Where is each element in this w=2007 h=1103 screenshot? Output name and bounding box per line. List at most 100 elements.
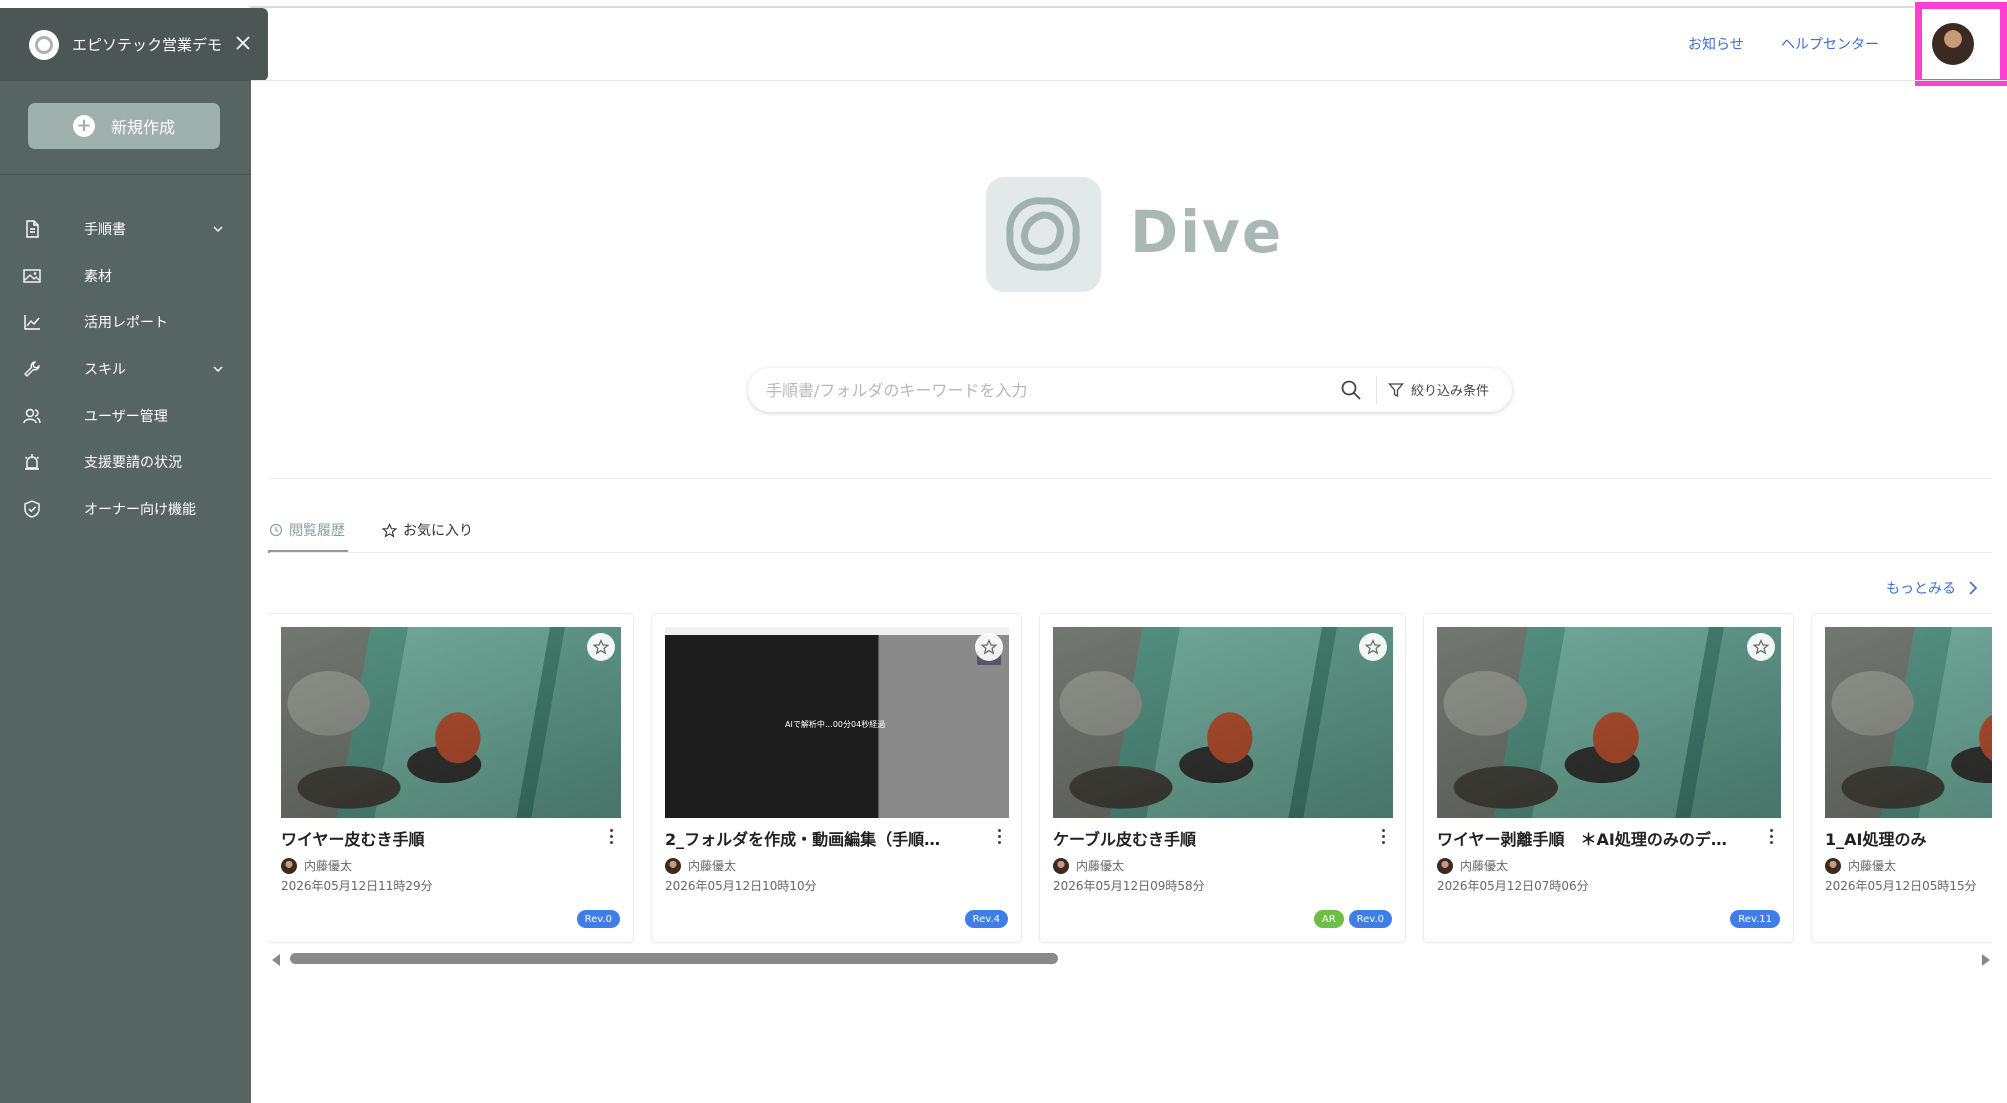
brand-name: Dive [1130, 198, 1284, 266]
cards-horizontal-scrollbar[interactable] [270, 950, 1992, 968]
card-thumbnail [281, 627, 621, 818]
wrench-icon [24, 361, 40, 377]
history-icon [269, 523, 283, 537]
sidebar-item-label: 素材 [84, 268, 112, 285]
author-name: 内藤優太 [688, 859, 737, 873]
manual-card[interactable]: 1_AI処理のみ 内藤優太 2026年05月12日05時15分 [1812, 614, 1992, 942]
users-icon [23, 408, 41, 423]
analysis-overlay-text: AIで解析中…00分04秒経過 [785, 720, 886, 729]
author-avatar [1437, 857, 1453, 874]
recent-cards-row: ワイヤー皮むき手順 内藤優太 2026年05月12日11時29分 Rev.0 A… [268, 612, 1992, 946]
card-menu-button[interactable] [602, 824, 620, 848]
filter-button[interactable]: 絞り込み条件 [1388, 380, 1489, 399]
scroll-right-arrow-icon[interactable] [1982, 954, 1990, 966]
app-root: エピソテック営業デモ + 新規作成 手順書 素材 活用レポート スキル ユーザー… [0, 0, 2007, 1103]
card-badges: AR Rev.0 [1313, 910, 1392, 928]
tab-label: 閲覧履歴 [289, 523, 345, 539]
sidebar-item-support-requests[interactable]: 支援要請の状況 [0, 439, 251, 486]
card-title: 2_フォルダを作成・動画編集（手順… [665, 830, 941, 849]
card-menu-button[interactable] [1374, 824, 1392, 848]
author-name: 内藤優太 [304, 859, 353, 873]
ar-badge: AR [1313, 910, 1344, 928]
author-avatar [281, 857, 297, 874]
card-title: ケーブル皮むき手順 [1053, 830, 1197, 849]
user-avatar[interactable] [1932, 23, 1974, 65]
card-badges: Rev.4 [964, 910, 1008, 928]
chevron-down-icon [213, 226, 223, 233]
org-name: エピソテック営業デモ [72, 36, 223, 54]
help-center-link[interactable]: ヘルプセンター [1781, 34, 1879, 54]
card-badges: Rev.0 [576, 910, 620, 928]
author-avatar [1825, 857, 1841, 874]
author-name: 内藤優太 [1848, 859, 1897, 873]
favorite-toggle[interactable] [587, 633, 615, 661]
author-name: 内藤優太 [1460, 859, 1509, 873]
sidebar-item-owner-features[interactable]: オーナー向け機能 [0, 486, 251, 533]
search-bar: 絞り込み条件 [748, 368, 1512, 412]
chevron-down-icon [213, 366, 223, 373]
sidebar-item-skills[interactable]: スキル [0, 346, 251, 393]
shield-icon [24, 500, 40, 518]
alarm-icon [25, 454, 39, 470]
sidebar-item-reports[interactable]: 活用レポート [0, 299, 251, 346]
manual-card[interactable]: ワイヤー皮むき手順 内藤優太 2026年05月12日11時29分 Rev.0 [268, 614, 633, 942]
sidebar-item-label: オーナー向け機能 [84, 501, 196, 518]
chart-line-icon [24, 315, 40, 331]
tab-history[interactable]: 閲覧履歴 [269, 520, 345, 540]
chevron-right-icon [1969, 581, 1978, 595]
manual-card[interactable]: ケーブル皮むき手順 内藤優太 2026年05月12日09時58分 AR Rev.… [1040, 614, 1405, 942]
author-avatar [1053, 857, 1069, 874]
sidebar-item-label: 活用レポート [84, 315, 168, 332]
author-name: 内藤優太 [1076, 859, 1125, 873]
card-author: 内藤優太 [1825, 857, 1896, 874]
favorite-toggle[interactable] [1359, 633, 1387, 661]
filter-icon [1388, 382, 1404, 397]
new-create-button[interactable]: + 新規作成 [28, 103, 220, 149]
card-menu-button[interactable] [1762, 824, 1780, 848]
scrollbar-thumb[interactable] [290, 953, 1058, 964]
filter-label: 絞り込み条件 [1411, 384, 1490, 399]
see-more-link[interactable]: もっとみる [1886, 578, 1978, 598]
new-create-label: 新規作成 [110, 118, 175, 137]
revision-badge: Rev.11 [1730, 910, 1780, 928]
sidebar-nav: 手順書 素材 活用レポート スキル ユーザー管理 支援要請の状況 オーナー向け機… [0, 206, 251, 532]
sidebar-item-label: 手順書 [84, 222, 126, 239]
manual-card[interactable]: AIで解析中…00分04秒経過 2_フォルダを作成・動画編集（手順… 内藤優太 … [652, 614, 1021, 942]
content-divider [270, 478, 1992, 479]
sidebar: エピソテック営業デモ + 新規作成 手順書 素材 活用レポート スキル ユーザー… [0, 8, 268, 1103]
tabs-divider [270, 552, 1992, 553]
sidebar-item-users[interactable]: ユーザー管理 [0, 392, 251, 439]
card-title: 1_AI処理のみ [1825, 830, 1927, 849]
revision-badge: Rev.0 [576, 910, 620, 928]
favorite-toggle[interactable] [975, 633, 1003, 661]
favorite-toggle[interactable] [1747, 633, 1775, 661]
search-input[interactable] [766, 376, 1316, 404]
card-title: ワイヤー皮むき手順 [281, 830, 425, 849]
card-date: 2026年05月12日11時29分 [281, 879, 433, 893]
manual-card[interactable]: ワイヤー剥離手順 ＊AI処理のみのデ… 内藤優太 2026年05月12日07時0… [1424, 614, 1793, 942]
sidebar-header: エピソテック営業デモ [0, 8, 268, 81]
sidebar-divider [0, 174, 251, 175]
card-menu-button[interactable] [990, 824, 1008, 848]
image-icon [23, 269, 41, 283]
scroll-left-arrow-icon[interactable] [272, 954, 280, 966]
close-icon [236, 36, 250, 50]
card-author: 内藤優太 [281, 857, 352, 874]
search-separator [1376, 376, 1377, 404]
sidebar-item-label: ユーザー管理 [84, 408, 168, 425]
card-date: 2026年05月12日09時58分 [1053, 879, 1205, 893]
card-thumbnail [1437, 627, 1781, 818]
card-author: 内藤優太 [1437, 857, 1508, 874]
card-author: 内藤優太 [1053, 857, 1124, 874]
dive-logo-icon [986, 177, 1101, 292]
search-icon[interactable] [1339, 378, 1363, 402]
card-thumbnail [1053, 627, 1393, 818]
sidebar-item-materials[interactable]: 素材 [0, 253, 251, 300]
star-icon [1753, 639, 1769, 655]
sidebar-item-manuals[interactable]: 手順書 [0, 206, 251, 253]
close-sidebar-button[interactable] [228, 28, 258, 58]
plus-icon: + [72, 115, 95, 137]
news-link[interactable]: お知らせ [1688, 34, 1744, 54]
revision-badge: Rev.4 [964, 910, 1008, 928]
tab-favorites[interactable]: お気に入り [382, 520, 473, 540]
